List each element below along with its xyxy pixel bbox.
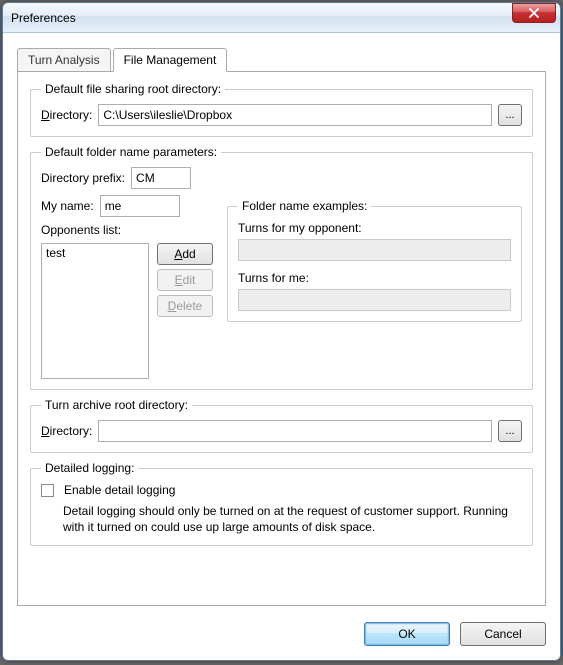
close-icon: [529, 8, 539, 18]
example-opponent-value: [238, 239, 511, 261]
dialog-footer: OK Cancel: [3, 612, 560, 660]
group-folder-params: Default folder name parameters: Director…: [30, 145, 533, 390]
preferences-window: Preferences Turn Analysis File Managemen…: [2, 2, 561, 661]
dialog-content: Turn Analysis File Management Default fi…: [3, 33, 560, 612]
sharing-browse-button[interactable]: ...: [498, 104, 522, 126]
add-button[interactable]: Add: [157, 243, 213, 265]
archive-dir-input[interactable]: [98, 420, 492, 442]
close-button[interactable]: [512, 3, 556, 23]
list-item[interactable]: test: [46, 246, 144, 260]
example-me-value: [238, 289, 511, 311]
prefix-label: Directory prefix:: [41, 171, 125, 185]
group-folder-examples-legend: Folder name examples:: [238, 199, 371, 213]
example-opponent-label: Turns for my opponent:: [238, 221, 511, 235]
ok-button[interactable]: OK: [364, 622, 450, 646]
group-sharing-root-legend: Default file sharing root directory:: [41, 82, 225, 96]
prefix-input[interactable]: [131, 167, 191, 189]
group-sharing-root: Default file sharing root directory: Dir…: [30, 82, 533, 137]
window-title: Preferences: [11, 11, 512, 25]
group-folder-params-legend: Default folder name parameters:: [41, 145, 221, 159]
example-me-label: Turns for me:: [238, 271, 511, 285]
tab-file-management[interactable]: File Management: [113, 48, 228, 72]
enable-logging-label: Enable detail logging: [64, 483, 175, 497]
logging-help-text: Detail logging should only be turned on …: [63, 503, 522, 535]
cancel-button[interactable]: Cancel: [460, 622, 546, 646]
delete-button[interactable]: Delete: [157, 295, 213, 317]
sharing-dir-input[interactable]: [98, 104, 492, 126]
opponents-listbox[interactable]: test: [41, 243, 149, 379]
group-archive-root-legend: Turn archive root directory:: [41, 398, 192, 412]
group-folder-examples: Folder name examples: Turns for my oppon…: [227, 199, 522, 322]
opponents-label: Opponents list:: [41, 223, 213, 237]
tabpanel-file-management: Default file sharing root directory: Dir…: [17, 71, 546, 606]
archive-browse-button[interactable]: ...: [498, 420, 522, 442]
group-logging: Detailed logging: Enable detail logging …: [30, 461, 533, 546]
edit-button[interactable]: Edit: [157, 269, 213, 291]
archive-dir-label: Directory:: [41, 424, 92, 438]
group-archive-root: Turn archive root directory: Directory: …: [30, 398, 533, 453]
myname-input[interactable]: [100, 195, 180, 217]
tab-turn-analysis[interactable]: Turn Analysis: [17, 48, 111, 72]
sharing-dir-label: Directory:: [41, 108, 92, 122]
titlebar[interactable]: Preferences: [3, 3, 560, 33]
myname-label: My name:: [41, 199, 94, 213]
enable-logging-checkbox[interactable]: [41, 484, 54, 497]
group-logging-legend: Detailed logging:: [41, 461, 138, 475]
tabstrip: Turn Analysis File Management: [17, 47, 546, 71]
